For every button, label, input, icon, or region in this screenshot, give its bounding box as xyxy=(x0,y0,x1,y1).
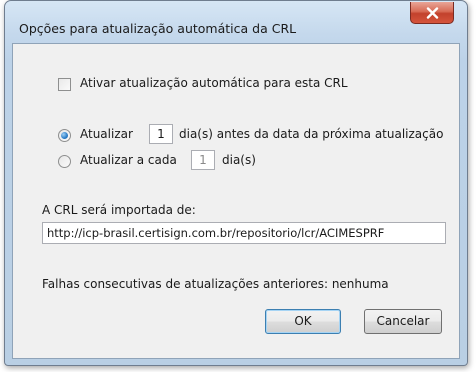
cancel-button[interactable]: Cancelar xyxy=(364,309,442,334)
days-every-input[interactable]: 1 xyxy=(191,150,215,170)
auto-update-checkbox[interactable] xyxy=(58,78,71,91)
dialog-body: Ativar atualização automática para esta … xyxy=(12,43,460,359)
days-before-input[interactable]: 1 xyxy=(149,124,173,144)
days-every-suffix: dia(s) xyxy=(222,153,256,167)
update-every-label[interactable]: Atualizar a cada xyxy=(80,153,177,167)
update-every-radio[interactable] xyxy=(58,155,71,168)
crl-url-field[interactable]: http://icp-brasil.certisign.com.br/repos… xyxy=(42,222,446,244)
crl-options-dialog: Opções para atualização automática da CR… xyxy=(4,0,468,366)
update-before-radio[interactable] xyxy=(58,129,71,142)
title-bar[interactable]: Opções para atualização automática da CR… xyxy=(5,1,467,43)
failures-status: Falhas consecutivas de atualizações ante… xyxy=(42,277,389,291)
dialog-title: Opções para atualização automática da CR… xyxy=(19,21,297,36)
close-button[interactable] xyxy=(410,2,454,24)
auto-update-label[interactable]: Ativar atualização automática para esta … xyxy=(80,76,348,90)
days-before-suffix: dia(s) antes da data da próxima atualiza… xyxy=(179,127,444,141)
ok-button[interactable]: OK xyxy=(265,309,341,334)
import-from-label: A CRL será importada de: xyxy=(42,203,196,217)
update-before-label[interactable]: Atualizar xyxy=(80,127,133,141)
